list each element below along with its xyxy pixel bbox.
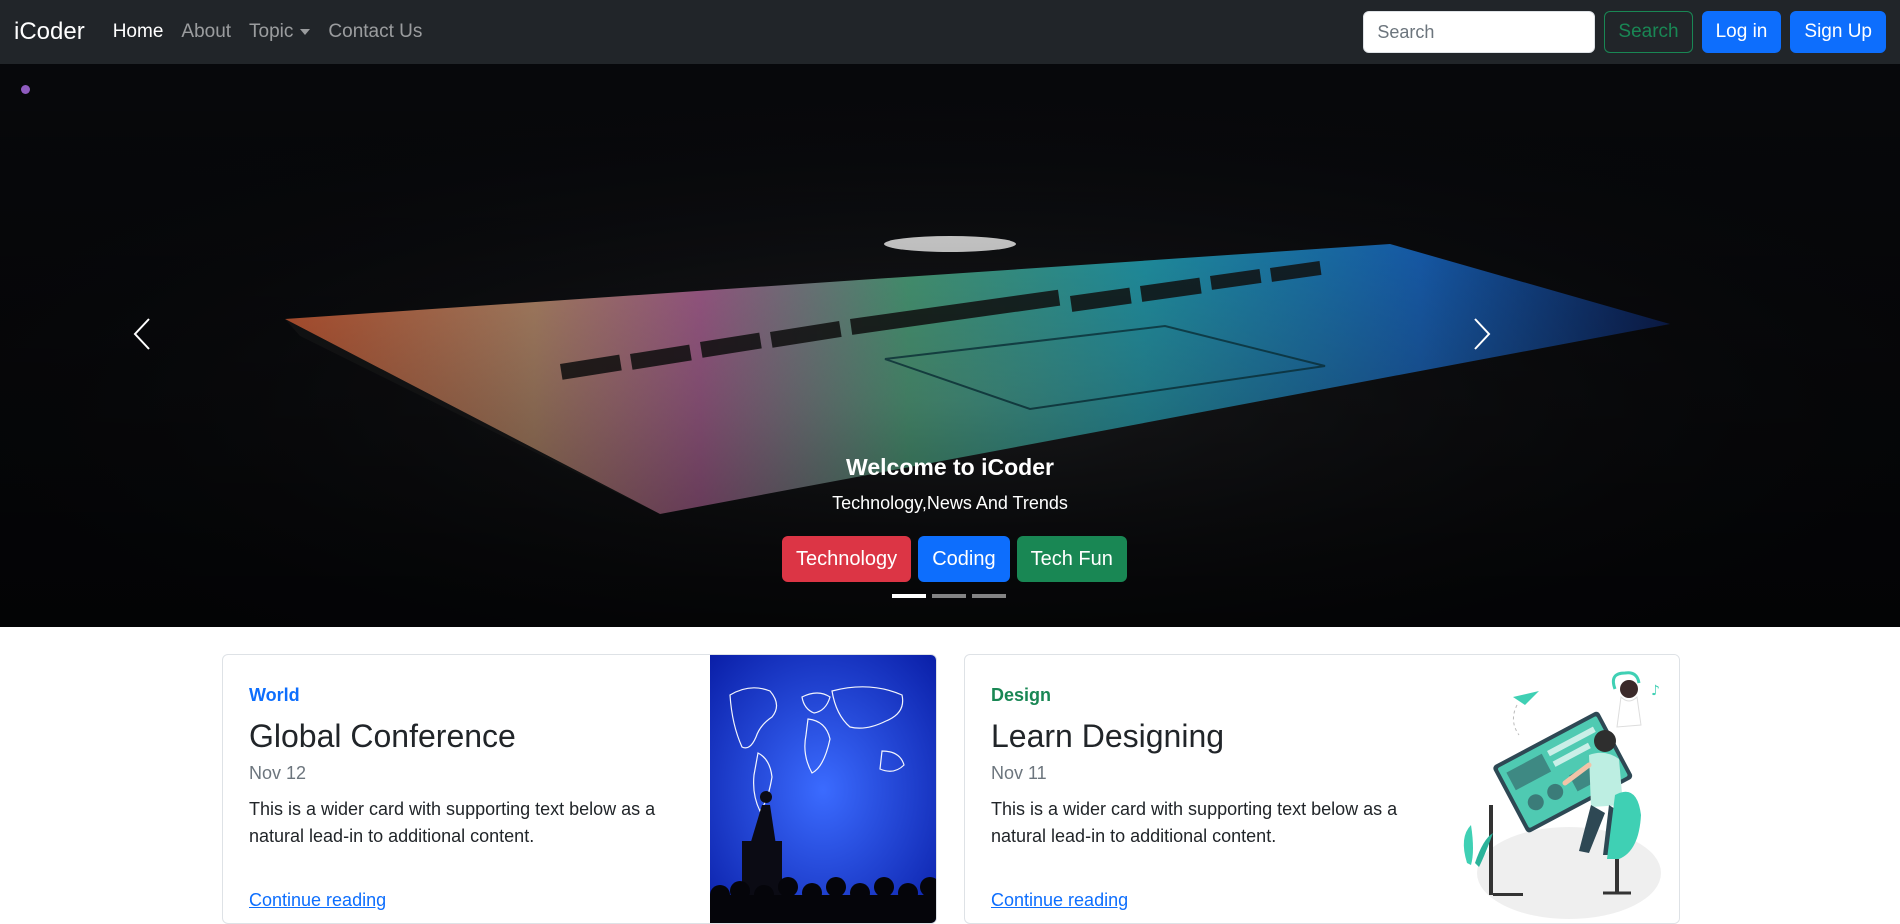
nav-topic-dropdown[interactable]: Topic [249,21,311,43]
nav-home-link[interactable]: Home [113,21,164,43]
tech-fun-button[interactable]: Tech Fun [1016,536,1127,582]
interactive-design-illustration: ♪ [1439,655,1679,923]
card-body: Design Learn Designing Nov 11 This is a … [991,685,1431,911]
coding-button[interactable]: Coding [918,536,1010,582]
hero-subtitle: Technology,News And Trends [832,493,1068,513]
continue-reading-link[interactable]: Continue reading [991,890,1128,910]
card-date: Nov 11 [991,763,1047,783]
card-learn-designing: Design Learn Designing Nov 11 This is a … [964,654,1680,924]
nav-contact-link[interactable]: Contact Us [328,21,422,43]
chevron-down-icon [300,28,311,35]
carousel-indicator-3[interactable] [972,594,1006,598]
card-title: Global Conference [249,718,516,754]
chevron-left-icon [133,318,150,350]
card-global-conference: World Global Conference Nov 12 This is a… [222,654,937,924]
hero-topic-buttons: Technology Coding Tech Fun [782,536,1127,582]
carousel-prev-button[interactable] [112,304,172,364]
card-date: Nov 12 [249,763,307,783]
hero-carousel: Welcome to iCoder Technology,News And Tr… [0,64,1900,627]
card-text: This is a wider card with supporting tex… [991,799,1398,846]
card-category: Design [991,685,1052,705]
card-title: Learn Designing [991,718,1225,754]
technology-button[interactable]: Technology [782,536,912,582]
nav-links: Home About Topic Contact Us [113,21,423,43]
search-button[interactable]: Search [1604,11,1693,53]
brand-logo[interactable]: iCoder [14,18,85,46]
signup-button[interactable]: Sign Up [1790,11,1886,53]
nav-about-link[interactable]: About [181,21,231,43]
chevron-right-icon [1474,318,1491,350]
carousel-indicators [892,594,1006,598]
continue-reading-link[interactable]: Continue reading [249,890,386,910]
card-category: World [249,685,300,705]
search-input[interactable] [1363,11,1596,53]
card-text: This is a wider card with supporting tex… [249,799,656,846]
navbar: iCoder Home About Topic Contact Us Searc… [0,0,1900,64]
corner-dot [21,85,30,94]
login-button[interactable]: Log in [1701,11,1782,53]
carousel-next-button[interactable] [1452,304,1512,364]
hero-title: Welcome to iCoder [846,454,1054,480]
carousel-indicator-2[interactable] [932,594,966,598]
svg-text:♪: ♪ [1651,683,1660,699]
card-body: World Global Conference Nov 12 This is a… [249,685,689,911]
carousel-indicator-1[interactable] [892,594,926,598]
nav-topic-label: Topic [249,21,294,42]
nav-actions: Search Log in Sign Up [1363,11,1886,53]
world-map-conference-image [710,655,936,923]
